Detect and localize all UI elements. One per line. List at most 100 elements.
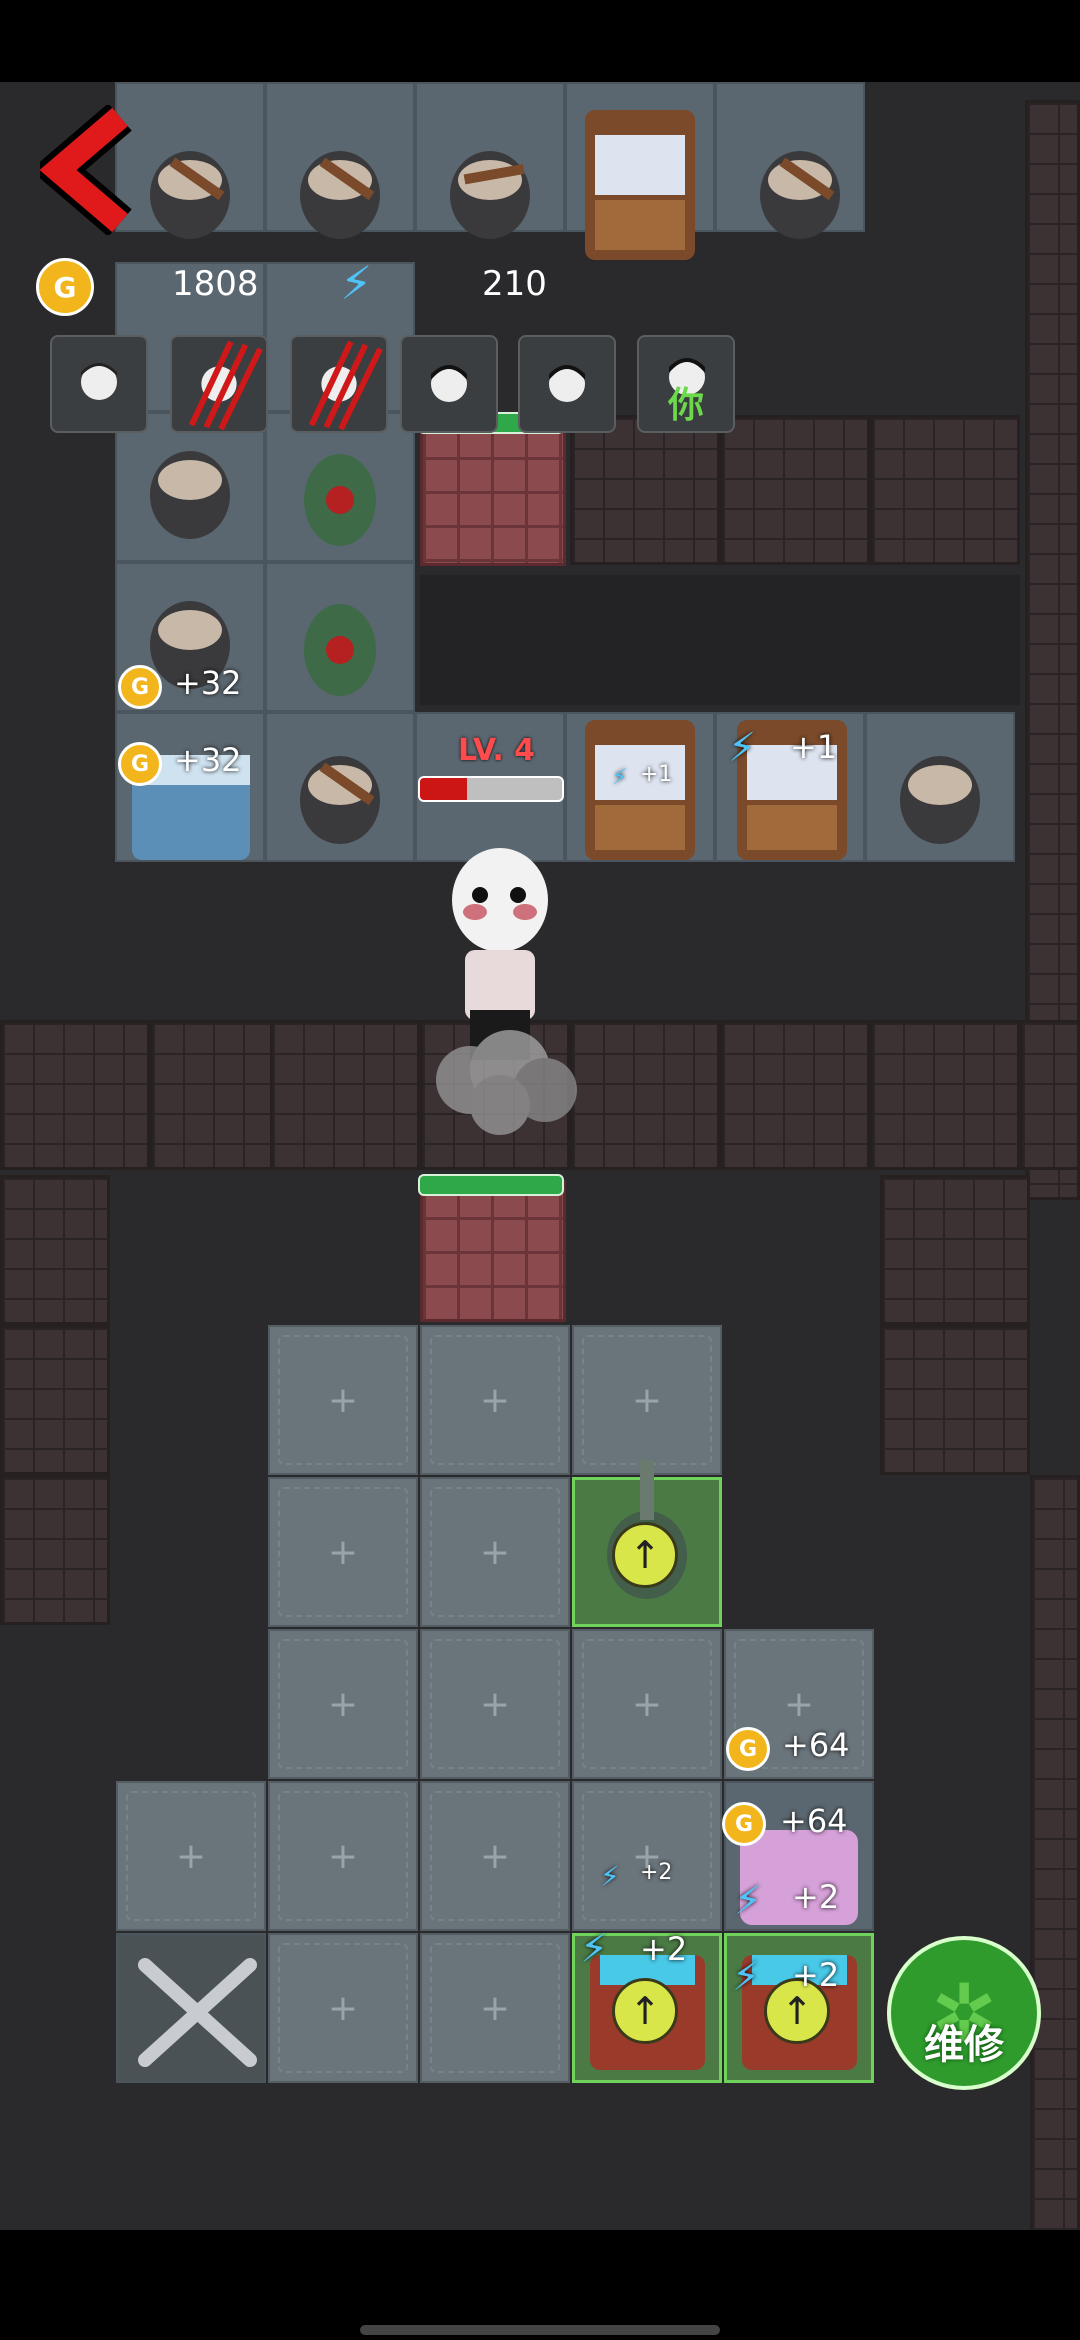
wall-tile: [880, 1175, 1030, 1325]
build-slot[interactable]: +: [268, 1325, 418, 1475]
door: [420, 420, 566, 566]
enemy-level-label: LV. 4: [458, 733, 536, 768]
energy-gain-label: +2: [792, 1878, 840, 1916]
room-tile: [865, 712, 1015, 862]
room-tile: [265, 562, 415, 712]
wall-tile: [570, 415, 720, 565]
wall-tile: [0, 1020, 150, 1170]
navigation-bar: [0, 2230, 1080, 2340]
plus-icon: +: [327, 1379, 359, 1421]
you-tag: 你: [667, 385, 704, 426]
build-slot[interactable]: +: [268, 1477, 418, 1627]
player-avatar-icon: [549, 365, 585, 402]
claw-scratch-icon: [188, 340, 263, 431]
coin-gain-label: +32: [174, 741, 242, 779]
build-slot[interactable]: +: [572, 1781, 722, 1931]
plus-icon: +: [327, 1987, 359, 2029]
tools-tile[interactable]: [116, 1933, 266, 2083]
player-avatar-icon: [431, 365, 467, 402]
energy-gain-label: +1: [790, 728, 838, 766]
energy-gain-label: +1: [640, 762, 673, 787]
repair-button[interactable]: ✲ 维修: [887, 1936, 1041, 2090]
plus-icon: +: [327, 1835, 359, 1877]
build-slot[interactable]: +: [420, 1477, 570, 1627]
wall-tile: [570, 1020, 720, 1170]
wall-tile: [870, 415, 1020, 565]
game-board: + + + + + + + + + + + + + + + ↑ ↑ ↑ G +3…: [0, 0, 1080, 2340]
energy-icon: ⚡: [734, 1878, 763, 1924]
room-tile: [565, 712, 715, 862]
build-slot[interactable]: +: [420, 1629, 570, 1779]
plus-icon: +: [479, 1835, 511, 1877]
room-tile: [115, 712, 265, 862]
enemy-health-bar: [418, 776, 564, 802]
build-slot[interactable]: +: [420, 1325, 570, 1475]
energy-icon: ⚡: [732, 1954, 761, 2000]
gold-amount: 1808: [172, 264, 259, 304]
build-slot[interactable]: +: [420, 1781, 570, 1931]
plus-icon: +: [175, 1835, 207, 1877]
gold-coin-icon: G: [36, 258, 94, 316]
coin-icon: G: [722, 1802, 766, 1846]
player-portrait[interactable]: [400, 335, 498, 433]
player-portrait-you[interactable]: 你: [637, 335, 735, 433]
energy-icon: ⚡: [340, 256, 373, 310]
build-slot[interactable]: +: [116, 1781, 266, 1931]
room-tile: [415, 82, 565, 232]
status-bar: [0, 0, 1080, 82]
plus-icon: +: [327, 1531, 359, 1573]
room-tile: [115, 412, 265, 562]
back-chevron-icon: [40, 105, 132, 235]
energy-icon: ⚡: [580, 1926, 609, 1972]
player-portrait[interactable]: [518, 335, 616, 433]
build-slot[interactable]: +: [268, 1781, 418, 1931]
plus-icon: +: [479, 1531, 511, 1573]
room-tile: [715, 82, 865, 232]
room-tile: [265, 82, 415, 232]
wall-tile: [420, 1020, 570, 1170]
plus-icon: +: [631, 1683, 663, 1725]
build-slot[interactable]: +: [724, 1629, 874, 1779]
wall-tile: [880, 1325, 1030, 1475]
player-portrait[interactable]: [170, 335, 268, 433]
player-portrait[interactable]: [290, 335, 388, 433]
build-slot[interactable]: +: [572, 1325, 722, 1475]
plus-icon: +: [631, 1835, 663, 1877]
upgrade-arrow-icon[interactable]: ↑: [612, 1522, 678, 1588]
wall-tile: [0, 1325, 110, 1475]
coin-icon: G: [118, 665, 162, 709]
build-slot[interactable]: +: [268, 1629, 418, 1779]
build-slot[interactable]: +: [268, 1933, 418, 2083]
coin-gain-label: +32: [174, 664, 242, 702]
build-slot[interactable]: +: [420, 1933, 570, 2083]
claw-scratch-icon: [308, 340, 383, 431]
enemy-health-fill: [420, 778, 467, 800]
plus-icon: +: [327, 1683, 359, 1725]
plus-icon: +: [783, 1683, 815, 1725]
energy-amount: 210: [482, 264, 547, 304]
plus-icon: +: [479, 1683, 511, 1725]
energy-icon: ⚡: [728, 725, 757, 771]
wall-tile: [720, 1020, 870, 1170]
coin-icon: G: [118, 742, 162, 786]
wall-tile: [0, 1475, 110, 1625]
plus-icon: +: [631, 1379, 663, 1421]
energy-gain-label: +2: [792, 1956, 840, 1994]
room-tile: [565, 82, 715, 232]
player-portrait[interactable]: [50, 335, 148, 433]
wall-tile: [720, 415, 870, 565]
wall-column: [1030, 1475, 1080, 2235]
your-door[interactable]: [420, 1180, 566, 1322]
coin-gain-label: +64: [780, 1802, 848, 1840]
back-button[interactable]: [40, 105, 140, 235]
home-indicator[interactable]: [360, 2325, 720, 2335]
wall-tile: [870, 1020, 1020, 1170]
build-slot[interactable]: +: [572, 1629, 722, 1779]
plus-icon: +: [479, 1987, 511, 2029]
energy-gain-label: +2: [640, 1930, 688, 1968]
room-tile: [265, 412, 415, 562]
upgrade-arrow-icon[interactable]: ↑: [612, 1978, 678, 2044]
wall-tile: [270, 1020, 420, 1170]
wall-tile: [0, 1175, 110, 1325]
corridor: [420, 575, 1020, 705]
